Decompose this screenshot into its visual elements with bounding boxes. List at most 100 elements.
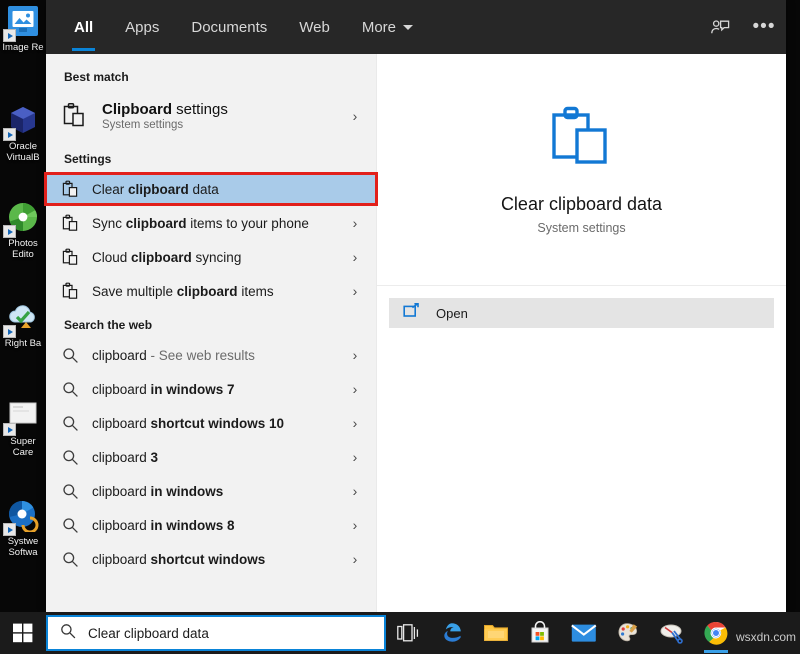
- web-result-row[interactable]: clipboard shortcut windows 10 ›: [46, 406, 376, 440]
- settings-result-row[interactable]: Save multiple clipboard items ›: [46, 274, 376, 308]
- shortcut-arrow-icon: [3, 225, 16, 238]
- preview-subtitle: System settings: [537, 220, 626, 235]
- tab-label: More: [361, 18, 397, 36]
- best-match-row[interactable]: Clipboard settings System settings ›: [46, 90, 376, 142]
- label-suffix: syncing: [191, 249, 242, 265]
- search-icon: [62, 415, 92, 432]
- settings-result-row[interactable]: Cloud clipboard syncing ›: [46, 240, 376, 274]
- best-match-text: Clipboard settings System settings: [102, 101, 344, 131]
- chevron-down-icon: [403, 24, 414, 30]
- shortcut-arrow-icon: [3, 423, 16, 436]
- tab-apps[interactable]: Apps: [109, 0, 175, 54]
- desktop-icon-systweak-software[interactable]: Systwe Softwa: [0, 498, 46, 558]
- web-result-row[interactable]: clipboard 3 ›: [46, 440, 376, 474]
- label-prefix: clipboard: [92, 347, 147, 363]
- feedback-person-icon[interactable]: [698, 0, 742, 54]
- search-panel-body: Best match Clipboard settings System set…: [44, 54, 786, 612]
- label-highlight: clipboard: [176, 283, 238, 299]
- taskbar-search-value: Clear clipboard data: [88, 625, 209, 641]
- web-result-row[interactable]: clipboard shortcut windows ›: [46, 542, 376, 576]
- open-action-row[interactable]: Open: [389, 298, 774, 328]
- desktop-icon-image-resizer[interactable]: Image Re: [0, 4, 46, 53]
- settings-result-label: Sync clipboard items to your phone: [92, 216, 344, 231]
- tab-documents[interactable]: Documents: [175, 0, 283, 54]
- taskbar-search-input[interactable]: Clear clipboard data: [46, 615, 386, 651]
- desktop-icon-right-backup[interactable]: Right Ba: [0, 300, 46, 349]
- settings-results-group: Clear clipboard data Sync clipboard items…: [44, 172, 378, 308]
- chevron-right-icon[interactable]: ›: [344, 551, 366, 567]
- label-highlight: shortcut windows 10: [150, 415, 285, 431]
- best-match-title-rest: settings: [172, 101, 228, 118]
- search-filter-header: All Apps Documents Web More •••: [46, 0, 786, 54]
- desktop-icon-oracle-virtualbox[interactable]: Oracle VirtualB: [0, 103, 46, 163]
- more-options-icon[interactable]: •••: [742, 0, 786, 54]
- web-result-label: clipboard - See web results: [92, 348, 344, 363]
- google-chrome-icon[interactable]: [694, 612, 738, 654]
- chevron-right-icon[interactable]: ›: [344, 483, 366, 499]
- systweak-software-icon: [3, 498, 41, 536]
- super-care-icon: [3, 398, 41, 436]
- tab-label: Apps: [125, 18, 160, 36]
- best-match-title-bold: Clipboard: [102, 101, 172, 118]
- tab-label: Documents: [191, 18, 268, 36]
- desktop-icon-label: Right Ba: [4, 338, 42, 349]
- label-highlight: clipboard: [125, 215, 187, 231]
- web-result-row[interactable]: clipboard - See web results ›: [46, 338, 376, 372]
- task-view-icon[interactable]: [386, 612, 430, 654]
- chevron-right-icon[interactable]: ›: [344, 449, 366, 465]
- label-prefix: Save multiple: [92, 283, 177, 299]
- label-highlight: shortcut windows: [150, 551, 266, 567]
- desktop-icon-label: Super Care: [10, 436, 36, 458]
- settings-result-row[interactable]: Clear clipboard data: [46, 172, 376, 206]
- clipboard-icon-large: [549, 105, 615, 172]
- right-backup-icon: [3, 300, 41, 338]
- settings-result-row[interactable]: Sync clipboard items to your phone ›: [46, 206, 376, 240]
- chevron-right-icon[interactable]: ›: [344, 381, 366, 397]
- overflow-dots: •••: [752, 16, 776, 37]
- label-prefix: clipboard: [92, 517, 151, 533]
- edge-browser-icon[interactable]: [430, 612, 474, 654]
- shortcut-arrow-icon: [3, 523, 16, 536]
- web-result-row[interactable]: clipboard in windows ›: [46, 474, 376, 508]
- chevron-right-icon[interactable]: ›: [344, 108, 366, 124]
- mail-icon[interactable]: [562, 612, 606, 654]
- result-preview-pane: Clear clipboard data System settings Ope…: [376, 54, 786, 612]
- web-result-label: clipboard in windows 8: [92, 518, 344, 533]
- paint-3d-icon[interactable]: [606, 612, 650, 654]
- site-watermark: wsxdn.com: [735, 630, 796, 644]
- clipboard-icon: [62, 180, 92, 199]
- desktop-icon-label: Oracle VirtualB: [6, 141, 40, 163]
- web-result-row[interactable]: clipboard in windows 8 ›: [46, 508, 376, 542]
- chevron-right-icon[interactable]: ›: [344, 215, 366, 231]
- chevron-right-icon[interactable]: ›: [344, 283, 366, 299]
- tab-all[interactable]: All: [58, 0, 109, 54]
- desktop-icon-label: Image Re: [2, 42, 44, 53]
- label-highlight: clipboard: [128, 181, 189, 197]
- label-prefix: clipboard: [92, 381, 151, 397]
- chevron-right-icon[interactable]: ›: [344, 347, 366, 363]
- snipping-tool-icon[interactable]: [650, 612, 694, 654]
- search-results-list: Best match Clipboard settings System set…: [44, 54, 378, 612]
- tab-web[interactable]: Web: [283, 0, 346, 54]
- desktop-icon-photos-editor[interactable]: Photos Edito: [0, 200, 46, 260]
- shortcut-arrow-icon: [3, 29, 16, 42]
- label-suffix: items to your phone: [186, 215, 309, 231]
- chevron-right-icon[interactable]: ›: [344, 415, 366, 431]
- label-suffix: data: [188, 181, 219, 197]
- clipboard-icon: [62, 248, 92, 267]
- oracle-virtualbox-icon: [3, 103, 41, 141]
- chevron-right-icon[interactable]: ›: [344, 517, 366, 533]
- web-result-row[interactable]: clipboard in windows 7 ›: [46, 372, 376, 406]
- search-icon: [60, 623, 76, 644]
- file-explorer-icon[interactable]: [474, 612, 518, 654]
- microsoft-store-icon[interactable]: [518, 612, 562, 654]
- windows-logo-icon[interactable]: [0, 612, 46, 654]
- search-icon: [62, 517, 92, 534]
- open-action-label: Open: [436, 305, 468, 321]
- web-result-label: clipboard shortcut windows 10: [92, 416, 344, 431]
- header-spacer: [429, 0, 698, 54]
- tab-more[interactable]: More: [346, 0, 429, 54]
- chevron-right-icon[interactable]: ›: [344, 249, 366, 265]
- desktop-icon-super-care[interactable]: Super Care: [0, 398, 46, 458]
- open-external-icon: [403, 303, 420, 323]
